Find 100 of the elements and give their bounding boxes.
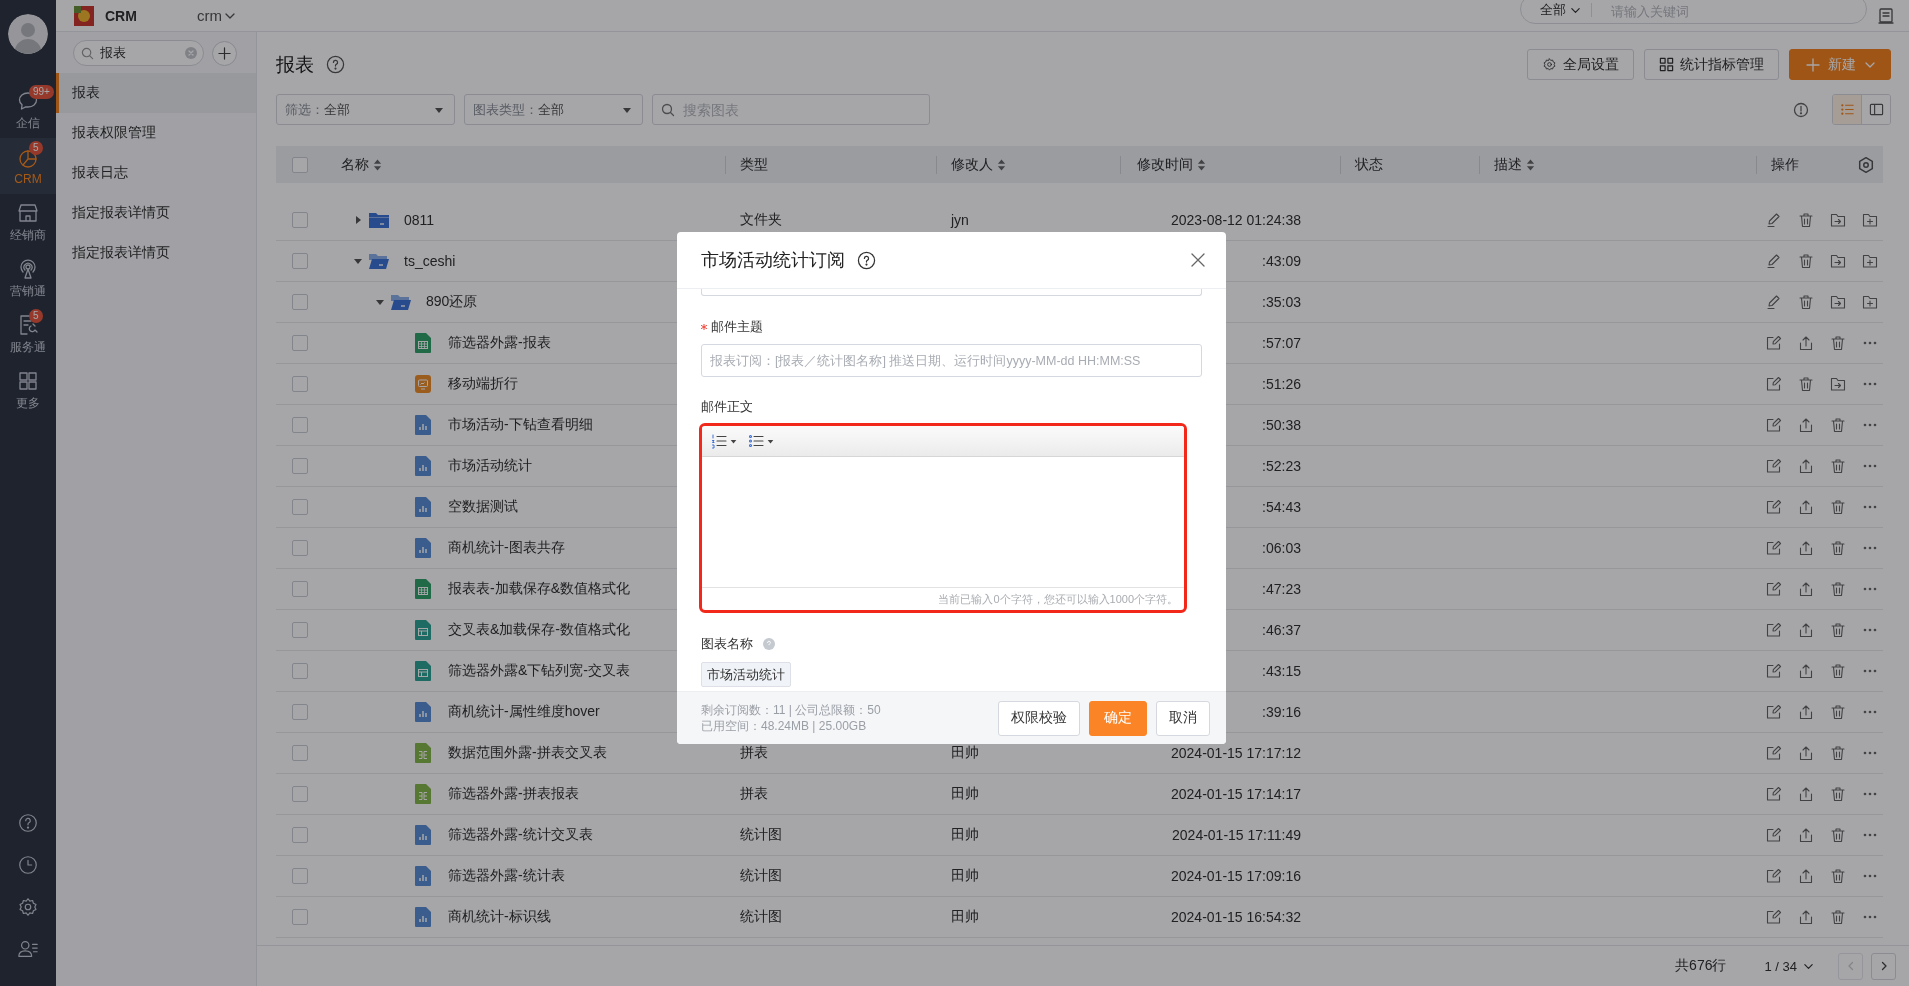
checkbox[interactable]	[292, 827, 308, 843]
sort-icon[interactable]	[997, 157, 1006, 172]
column-header[interactable]: 修改时间	[1137, 155, 1206, 174]
upload-icon[interactable]	[1798, 622, 1814, 638]
trash-icon[interactable]	[1830, 663, 1846, 679]
upload-icon[interactable]	[1798, 458, 1814, 474]
folder-plus-icon[interactable]	[1862, 212, 1878, 228]
user-list-icon[interactable]	[17, 938, 39, 960]
trash-icon[interactable]	[1798, 294, 1814, 310]
panel-view-button[interactable]	[1861, 95, 1890, 124]
upload-icon[interactable]	[1798, 786, 1814, 802]
metrics-button[interactable]: 统计指标管理	[1644, 49, 1779, 80]
checkbox[interactable]	[292, 868, 308, 884]
info-icon[interactable]	[1793, 101, 1809, 118]
upload-icon[interactable]	[1798, 827, 1814, 843]
trash-icon[interactable]	[1830, 745, 1846, 761]
report-name[interactable]: 筛选器外露-统计交叉表	[448, 826, 593, 844]
edit-icon[interactable]	[1766, 417, 1782, 433]
report-name[interactable]: 移动端折行	[448, 375, 518, 393]
filter-dropdown[interactable]: 筛选：全部	[276, 94, 455, 125]
verify-button[interactable]: 权限校验	[998, 700, 1080, 736]
nav-item[interactable]: 营销通	[0, 250, 56, 306]
report-name[interactable]: 商机统计-图表共存	[448, 539, 565, 557]
edit-icon[interactable]	[1766, 745, 1782, 761]
numbered-list-icon[interactable]	[711, 433, 727, 449]
trash-icon[interactable]	[1830, 540, 1846, 556]
trash-icon[interactable]	[1830, 417, 1846, 433]
checkbox[interactable]	[292, 499, 308, 515]
settings-icon[interactable]	[17, 896, 39, 918]
checkbox[interactable]	[292, 540, 308, 556]
trash-icon[interactable]	[1830, 458, 1846, 474]
edit-icon[interactable]	[1766, 704, 1782, 720]
trash-icon[interactable]	[1830, 499, 1846, 515]
checkbox[interactable]	[292, 335, 308, 351]
trash-icon[interactable]	[1830, 622, 1846, 638]
report-name[interactable]: 筛选器外露-拼表报表	[448, 785, 579, 803]
search-field[interactable]: 报表	[73, 40, 204, 66]
edit-icon[interactable]	[1766, 540, 1782, 556]
move-to-folder-icon[interactable]	[1830, 294, 1846, 310]
subject-field[interactable]: 报表订阅：[报表／统计图名称] 推送日期、运行时间yyyy-MM-dd HH:MM:SS	[701, 344, 1202, 377]
checkbox[interactable]	[292, 909, 308, 925]
upload-icon[interactable]	[1798, 745, 1814, 761]
checkbox[interactable]	[292, 663, 308, 679]
upload-icon[interactable]	[1798, 335, 1814, 351]
menu-item[interactable]: 报表权限管理	[56, 113, 256, 153]
nav-item[interactable]: 经销商	[0, 194, 56, 250]
column-header[interactable]: 描述	[1494, 155, 1535, 174]
caret-icon[interactable]	[767, 437, 774, 445]
column-header[interactable]: 修改人	[951, 155, 1006, 174]
filter-dropdown[interactable]: 图表类型：全部	[464, 94, 643, 125]
edit-icon[interactable]	[1766, 622, 1782, 638]
report-name[interactable]: 筛选器外露&下钻列宽-交叉表	[448, 662, 630, 680]
folder-plus-icon[interactable]	[1862, 294, 1878, 310]
pencil-icon[interactable]	[1766, 253, 1782, 269]
report-name[interactable]: ts_ceshi	[404, 253, 456, 269]
edit-icon[interactable]	[1766, 458, 1782, 474]
caret-icon[interactable]	[375, 297, 385, 307]
help-icon[interactable]	[857, 250, 876, 270]
upload-icon[interactable]	[1798, 663, 1814, 679]
checkbox[interactable]	[292, 622, 308, 638]
folder-plus-icon[interactable]	[1862, 253, 1878, 269]
caret-icon[interactable]	[353, 215, 363, 225]
edit-icon[interactable]	[1766, 663, 1782, 679]
settings-icon[interactable]	[1857, 155, 1875, 174]
trash-icon[interactable]	[1830, 335, 1846, 351]
nav-item[interactable]: 企信 99+	[0, 82, 56, 138]
checkbox[interactable]	[292, 581, 308, 597]
upload-icon[interactable]	[1798, 540, 1814, 556]
close-icon[interactable]	[1190, 252, 1206, 268]
edit-icon[interactable]	[1766, 827, 1782, 843]
sort-icon[interactable]	[373, 157, 382, 172]
report-name[interactable]: 商机统计-标识线	[448, 908, 551, 926]
report-name[interactable]: 0811	[404, 212, 435, 228]
upload-icon[interactable]	[1798, 909, 1814, 925]
trash-icon[interactable]	[1798, 376, 1814, 392]
move-to-folder-icon[interactable]	[1830, 376, 1846, 392]
checkbox[interactable]	[292, 253, 308, 269]
upload-icon[interactable]	[1798, 704, 1814, 720]
sort-icon[interactable]	[1197, 157, 1206, 172]
move-to-folder-icon[interactable]	[1830, 212, 1846, 228]
trash-icon[interactable]	[1830, 909, 1846, 925]
nav-item[interactable]: 服务通 5	[0, 306, 56, 362]
sort-icon[interactable]	[1526, 157, 1535, 172]
trash-icon[interactable]	[1830, 786, 1846, 802]
input-field[interactable]	[701, 289, 1202, 296]
report-name[interactable]: 市场活动-下钻查看明细	[448, 416, 593, 434]
page-selector[interactable]: 1 / 34	[1764, 958, 1814, 974]
caret-icon[interactable]	[353, 256, 363, 266]
nav-item[interactable]: 更多	[0, 362, 56, 418]
report-name[interactable]: 筛选器外露-统计表	[448, 867, 565, 885]
upload-icon[interactable]	[1798, 499, 1814, 515]
report-name[interactable]: 报表表-加载保存&数值格式化	[448, 580, 630, 598]
trash-icon[interactable]	[1830, 704, 1846, 720]
report-name[interactable]: 890还原	[426, 293, 478, 311]
add-button[interactable]	[212, 40, 237, 66]
trash-icon[interactable]	[1830, 827, 1846, 843]
report-name[interactable]: 数据范围外露-拼表交叉表	[448, 744, 607, 762]
checkbox[interactable]	[292, 786, 308, 802]
menu-item[interactable]: 指定报表详情页	[56, 233, 256, 273]
upload-icon[interactable]	[1798, 868, 1814, 884]
